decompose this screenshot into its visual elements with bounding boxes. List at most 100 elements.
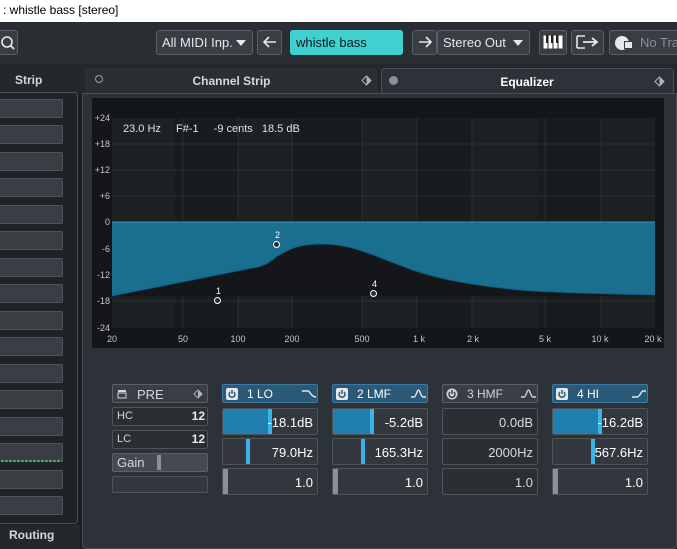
pre-header[interactable]: PRE [112, 384, 208, 403]
lc-button[interactable]: LC 12 [112, 430, 208, 449]
output-select[interactable]: Stereo Out [437, 30, 530, 55]
output-arrow-button[interactable] [412, 30, 437, 55]
insert-slot[interactable] [0, 311, 63, 330]
eq-curve-svg [111, 118, 656, 328]
band-1-q: 1.0 [294, 475, 313, 490]
eq-graph[interactable]: +24 +18 +12 +6 0 -6 -12 -18 -24 20 50 10… [92, 98, 664, 348]
insert-slot[interactable] [0, 284, 63, 303]
midi-input-select[interactable]: All MIDI Inp. [156, 30, 253, 55]
band-1-label: 1 LO [247, 387, 274, 401]
arrow-left-icon [263, 36, 276, 48]
band-4-q-field[interactable]: 1.0 [552, 468, 648, 495]
insert-slot[interactable] [0, 205, 63, 224]
channel-strip-tab[interactable]: Channel Strip [85, 68, 378, 94]
hc-button[interactable]: HC 12 [112, 407, 208, 426]
keyboard-button[interactable] [539, 30, 567, 55]
insert-slot[interactable] [0, 152, 63, 171]
pre-empty-slot[interactable] [112, 476, 208, 493]
x-tick-label: 100 [230, 334, 246, 344]
band-2-handle[interactable] [273, 241, 280, 248]
power-icon[interactable] [446, 388, 458, 400]
left-panel-title: Strip [15, 73, 43, 87]
peak-filter-icon[interactable] [411, 389, 426, 399]
band-2-gain-marker [370, 409, 374, 434]
band-2-freq-field[interactable]: 165.3Hz [332, 438, 428, 465]
equalizer-tab[interactable]: Equalizer [381, 68, 674, 94]
gain-handle[interactable] [157, 455, 161, 470]
band-4-freq: 567.6Hz [594, 445, 643, 460]
band-3-gain-field[interactable]: 0.0dB [442, 408, 538, 435]
high-shelf-icon[interactable] [632, 389, 646, 399]
band-2-gain-field[interactable]: -5.2dB [332, 408, 428, 435]
chevron-down-icon [236, 40, 246, 46]
toolbar: All MIDI Inp. whistle bass Stereo Out No… [0, 22, 677, 64]
band-1-freq-marker [246, 439, 250, 464]
band-2-q-handle[interactable] [333, 469, 338, 494]
band-3: 3 HMF 0.0dB 2000Hz 1.0 [442, 384, 538, 496]
routing-header[interactable]: Routing [0, 525, 80, 549]
diamond-icon [193, 389, 203, 399]
x-tick-label: 50 [177, 334, 189, 344]
insert-slot[interactable] [0, 390, 63, 409]
pre-section: PRE HC 12 LC 12 Gain [112, 384, 208, 496]
band-3-gain: 0.0dB [499, 415, 533, 430]
band-4-gain-fill [553, 409, 601, 434]
insert-slot[interactable] [0, 470, 63, 489]
insert-slot[interactable] [0, 496, 63, 515]
insert-slot[interactable] [0, 417, 63, 436]
no-track-select[interactable]: No Tra [609, 30, 677, 55]
band-4-q-handle[interactable] [553, 469, 558, 494]
x-tick-label: 5 k [538, 334, 552, 344]
low-shelf-icon[interactable] [302, 389, 316, 399]
band-3-q-field[interactable]: 1.0 [442, 468, 538, 495]
equalizer-title: Equalizer [500, 75, 554, 89]
band-4-header[interactable]: 4 HI [552, 384, 648, 403]
band-2-q: 1.0 [404, 475, 423, 490]
diamond-icon [361, 75, 372, 86]
pre-bypass-icon [117, 390, 127, 399]
input-arrow-button[interactable] [257, 30, 282, 55]
band-3-freq-field[interactable]: 2000Hz [442, 438, 538, 465]
power-icon[interactable] [336, 388, 348, 400]
panel-header-bar: Strip Channel Strip Equalizer [0, 64, 677, 94]
band-4-label: 4 HI [577, 387, 600, 401]
band-3-header[interactable]: 3 HMF [442, 384, 538, 403]
band-2-header[interactable]: 2 LMF [332, 384, 428, 403]
insert-slot[interactable] [0, 364, 63, 383]
insert-slot[interactable] [0, 443, 63, 462]
insert-slot[interactable] [0, 258, 63, 277]
peak-filter-icon[interactable] [521, 389, 536, 399]
band-1-q-handle[interactable] [223, 469, 228, 494]
left-strip-panel [0, 92, 78, 524]
band-4-handle[interactable] [370, 290, 377, 297]
readout-gain: 18.5 dB [261, 123, 300, 135]
arrow-right-icon [419, 36, 432, 48]
insert-slot[interactable] [0, 125, 63, 144]
band-1-header[interactable]: 1 LO [222, 384, 318, 403]
power-icon[interactable] [226, 388, 238, 400]
y-tick-label: 0 [104, 217, 110, 227]
band-1-gain-field[interactable]: -18.1dB [222, 408, 318, 435]
band-3-label: 3 HMF [467, 387, 503, 401]
search-button[interactable] [0, 30, 18, 55]
insert-slot[interactable] [0, 99, 63, 118]
y-tick-label: -12 [96, 270, 110, 280]
insert-slot[interactable] [0, 337, 63, 356]
band-1-handle[interactable] [214, 297, 221, 304]
insert-slot[interactable] [0, 231, 63, 250]
track-name-field[interactable]: whistle bass [290, 30, 403, 55]
y-tick-label: +6 [99, 191, 110, 201]
route-button[interactable] [571, 30, 604, 55]
band-1-q-field[interactable]: 1.0 [222, 468, 318, 495]
gain-label: Gain [117, 455, 145, 470]
route-arrow-icon [576, 35, 599, 49]
insert-slot[interactable] [0, 178, 63, 197]
gain-slider[interactable]: Gain [112, 453, 208, 472]
cursor-readout: 23.0 Hz F#-1 -9 cents 18.5 dB [123, 123, 300, 135]
band-2-q-field[interactable]: 1.0 [332, 468, 428, 495]
band-1-freq-field[interactable]: 79.0Hz [222, 438, 318, 465]
power-icon[interactable] [556, 388, 568, 400]
band-4-freq-field[interactable]: 567.6Hz [552, 438, 648, 465]
band-4-gain-field[interactable]: -16.2dB [552, 408, 648, 435]
band-2-freq-marker [361, 439, 365, 464]
